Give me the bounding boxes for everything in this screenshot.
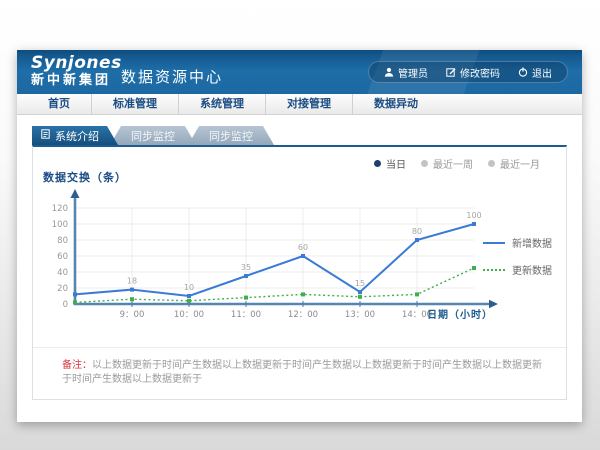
nav-item-standard-mgmt[interactable]: 标准管理 xyxy=(92,94,179,114)
svg-text:日期（小时）: 日期（小时） xyxy=(427,308,493,321)
tab-label: 系统介绍 xyxy=(55,128,99,144)
svg-text:11：00: 11：00 xyxy=(231,310,261,320)
document-icon xyxy=(41,129,50,142)
svg-text:10：00: 10：00 xyxy=(174,310,204,320)
logo-text-en: Synjones xyxy=(31,54,122,73)
line-swatch-solid-icon xyxy=(483,242,505,244)
svg-text:18: 18 xyxy=(127,277,137,286)
svg-text:40: 40 xyxy=(57,268,68,278)
radio-dot-icon xyxy=(374,160,381,167)
svg-text:60: 60 xyxy=(298,243,308,252)
nav-item-home[interactable]: 首页 xyxy=(27,94,92,114)
svg-text:0: 0 xyxy=(63,300,68,310)
svg-text:9：00: 9：00 xyxy=(120,310,145,320)
tab-label: 同步监控 xyxy=(209,128,253,144)
tab-system-intro[interactable]: 系统介绍 xyxy=(32,126,118,145)
footer-note: 备注：以上数据更新于时间产生数据以上数据更新于时间产生数据以上数据更新于时间产生… xyxy=(33,347,566,387)
legend-item-update-data: 更新数据 xyxy=(483,262,552,277)
edit-icon xyxy=(446,67,456,77)
nav-item-interface-mgmt[interactable]: 对接管理 xyxy=(266,94,353,114)
radio-label: 最近一月 xyxy=(500,156,540,171)
chart-panel: 当日 最近一周 最近一月 数据交换（条） 0204060801001209：00… xyxy=(32,145,567,400)
logout-label: 退出 xyxy=(532,65,552,80)
svg-text:20: 20 xyxy=(57,284,68,294)
svg-text:35: 35 xyxy=(241,263,251,272)
app-window: Synjones 新中新集团 数据资源中心 管理员 修改密码 退出 首页 标准管… xyxy=(17,50,582,422)
power-icon xyxy=(518,67,528,77)
svg-text:60: 60 xyxy=(57,252,68,262)
content-area: 系统介绍 同步监控 同步监控 当日 最近一周 xyxy=(17,116,582,422)
svg-text:80: 80 xyxy=(412,227,422,236)
user-toolbar: 管理员 修改密码 退出 xyxy=(368,61,568,83)
main-nav: 首页 标准管理 系统管理 对接管理 数据异动 xyxy=(17,94,582,115)
svg-text:13：00: 13：00 xyxy=(345,310,375,320)
note-text: 以上数据更新于时间产生数据以上数据更新于时间产生数据以上数据更新于时间产生数据以… xyxy=(62,360,542,385)
radio-today[interactable]: 当日 xyxy=(374,156,406,171)
svg-text:80: 80 xyxy=(57,236,68,246)
tab-bar: 系统介绍 同步监控 同步监控 xyxy=(32,126,274,145)
legend-item-new-data: 新增数据 xyxy=(483,235,552,250)
company-logo: Synjones 新中新集团 xyxy=(31,54,122,89)
radio-last-week[interactable]: 最近一周 xyxy=(421,156,473,171)
radio-dot-icon xyxy=(421,160,428,167)
nav-item-system-mgmt[interactable]: 系统管理 xyxy=(179,94,266,114)
app-header: Synjones 新中新集团 数据资源中心 管理员 修改密码 退出 xyxy=(17,50,582,94)
page-title: 数据资源中心 xyxy=(121,66,223,87)
logout-button[interactable]: 退出 xyxy=(509,65,561,80)
radio-last-month[interactable]: 最近一月 xyxy=(488,156,540,171)
logo-text-cn: 新中新集团 xyxy=(31,73,122,89)
change-password-button[interactable]: 修改密码 xyxy=(437,65,509,80)
svg-text:10: 10 xyxy=(184,283,194,292)
user-icon xyxy=(384,67,394,77)
radio-label: 最近一周 xyxy=(433,156,473,171)
svg-text:12：00: 12：00 xyxy=(288,310,318,320)
note-label: 备注： xyxy=(62,360,92,371)
svg-text:100: 100 xyxy=(52,220,68,230)
tab-label: 同步监控 xyxy=(131,128,175,144)
svg-text:120: 120 xyxy=(52,204,68,214)
user-account-button[interactable]: 管理员 xyxy=(375,65,437,80)
tab-sync-monitor-1[interactable]: 同步监控 xyxy=(110,126,196,145)
line-swatch-dotted-icon xyxy=(483,269,505,271)
svg-text:100: 100 xyxy=(466,211,481,220)
legend-label: 更新数据 xyxy=(512,262,552,277)
line-chart: 0 20 40 60 80 100 120 9：00 10：00 11：00 12：00 13：00 1… xyxy=(43,181,511,331)
user-name-label: 管理员 xyxy=(398,65,428,80)
chart-legend: 新增数据 更新数据 xyxy=(483,235,552,277)
time-range-filter: 当日 最近一周 最近一月 xyxy=(374,156,540,171)
svg-text:15: 15 xyxy=(355,279,365,288)
radio-dot-icon xyxy=(488,160,495,167)
tab-sync-monitor-2[interactable]: 同步监控 xyxy=(188,126,274,145)
legend-label: 新增数据 xyxy=(512,235,552,250)
change-password-label: 修改密码 xyxy=(460,65,500,80)
radio-label: 当日 xyxy=(386,156,406,171)
nav-item-data-change[interactable]: 数据异动 xyxy=(353,94,439,114)
